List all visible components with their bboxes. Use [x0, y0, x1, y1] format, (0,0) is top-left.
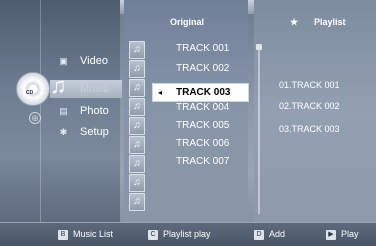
menu-item-video[interactable]: Video — [80, 53, 108, 69]
disc-label: CD — [26, 90, 34, 96]
playlist-play-button[interactable]: C Playlist play — [148, 226, 211, 242]
track-item[interactable]: TRACK 007 — [176, 154, 229, 170]
music-file-icon: ♫ — [129, 41, 145, 59]
playlist-header: Playlist — [314, 17, 346, 27]
track-item[interactable]: TRACK 001 — [176, 41, 229, 57]
playlist-play-label: Playlist play — [163, 229, 211, 239]
music-file-icon: ♫ — [129, 60, 145, 78]
video-icon: ▣ — [59, 56, 68, 66]
music-icon: ♫ — [50, 73, 67, 98]
star-icon: ★ — [290, 17, 299, 27]
add-label: Add — [269, 229, 286, 239]
playlist-scrollbar[interactable] — [258, 44, 260, 214]
menu-item-music[interactable]: Music — [80, 81, 109, 97]
track-item[interactable]: TRACK 002 — [176, 61, 229, 77]
playlist-item[interactable]: 02.TRACK 002 — [279, 98, 340, 114]
music-file-icon: ♫ — [129, 174, 145, 192]
add-button[interactable]: D Add — [254, 226, 285, 242]
playlist-item[interactable]: 03.TRACK 003 — [279, 121, 340, 137]
music-file-icon: ♫ — [129, 193, 145, 211]
b-key-icon: B — [58, 229, 68, 240]
music-file-icon: ♫ — [129, 117, 145, 135]
play-label: Play — [341, 229, 359, 239]
playlist-item[interactable]: 01.TRACK 001 — [279, 77, 340, 93]
music-file-icon: ♫ — [129, 79, 145, 97]
play-icon: ▶ — [326, 229, 336, 240]
original-header: Original — [170, 17, 205, 27]
c-key-icon: C — [148, 229, 158, 240]
play-button[interactable]: ▶ Play — [326, 226, 359, 242]
cd-disc-icon — [16, 72, 50, 106]
scrollbar-thumb[interactable] — [256, 44, 262, 50]
music-list-button[interactable]: B Music List — [58, 226, 113, 242]
menu-item-setup[interactable]: Setup — [80, 124, 109, 140]
setup-icon: ✱ — [59, 127, 68, 137]
photo-icon: ▤ — [59, 106, 68, 116]
music-file-icon: ♫ — [129, 136, 145, 154]
music-list-screen: Original ★ Playlist CD ⊕ ▣ Video ♫ Music… — [0, 0, 376, 246]
track-item[interactable]: TRACK 006 — [176, 136, 229, 152]
track-item[interactable]: TRACK 004 — [176, 100, 229, 116]
d-key-icon: D — [254, 229, 264, 240]
music-file-icon: ♫ — [129, 155, 145, 173]
music-file-icon: ♫ — [129, 98, 145, 116]
selection-arrow-icon: ◂ — [158, 88, 163, 97]
left-panel-divider — [40, 0, 41, 222]
globe-icon: ⊕ — [29, 112, 41, 124]
music-list-label: Music List — [73, 229, 114, 239]
track-item[interactable]: TRACK 005 — [176, 118, 229, 134]
selected-track-label: TRACK 003 — [176, 87, 231, 98]
menu-item-photo[interactable]: Photo — [80, 103, 109, 119]
